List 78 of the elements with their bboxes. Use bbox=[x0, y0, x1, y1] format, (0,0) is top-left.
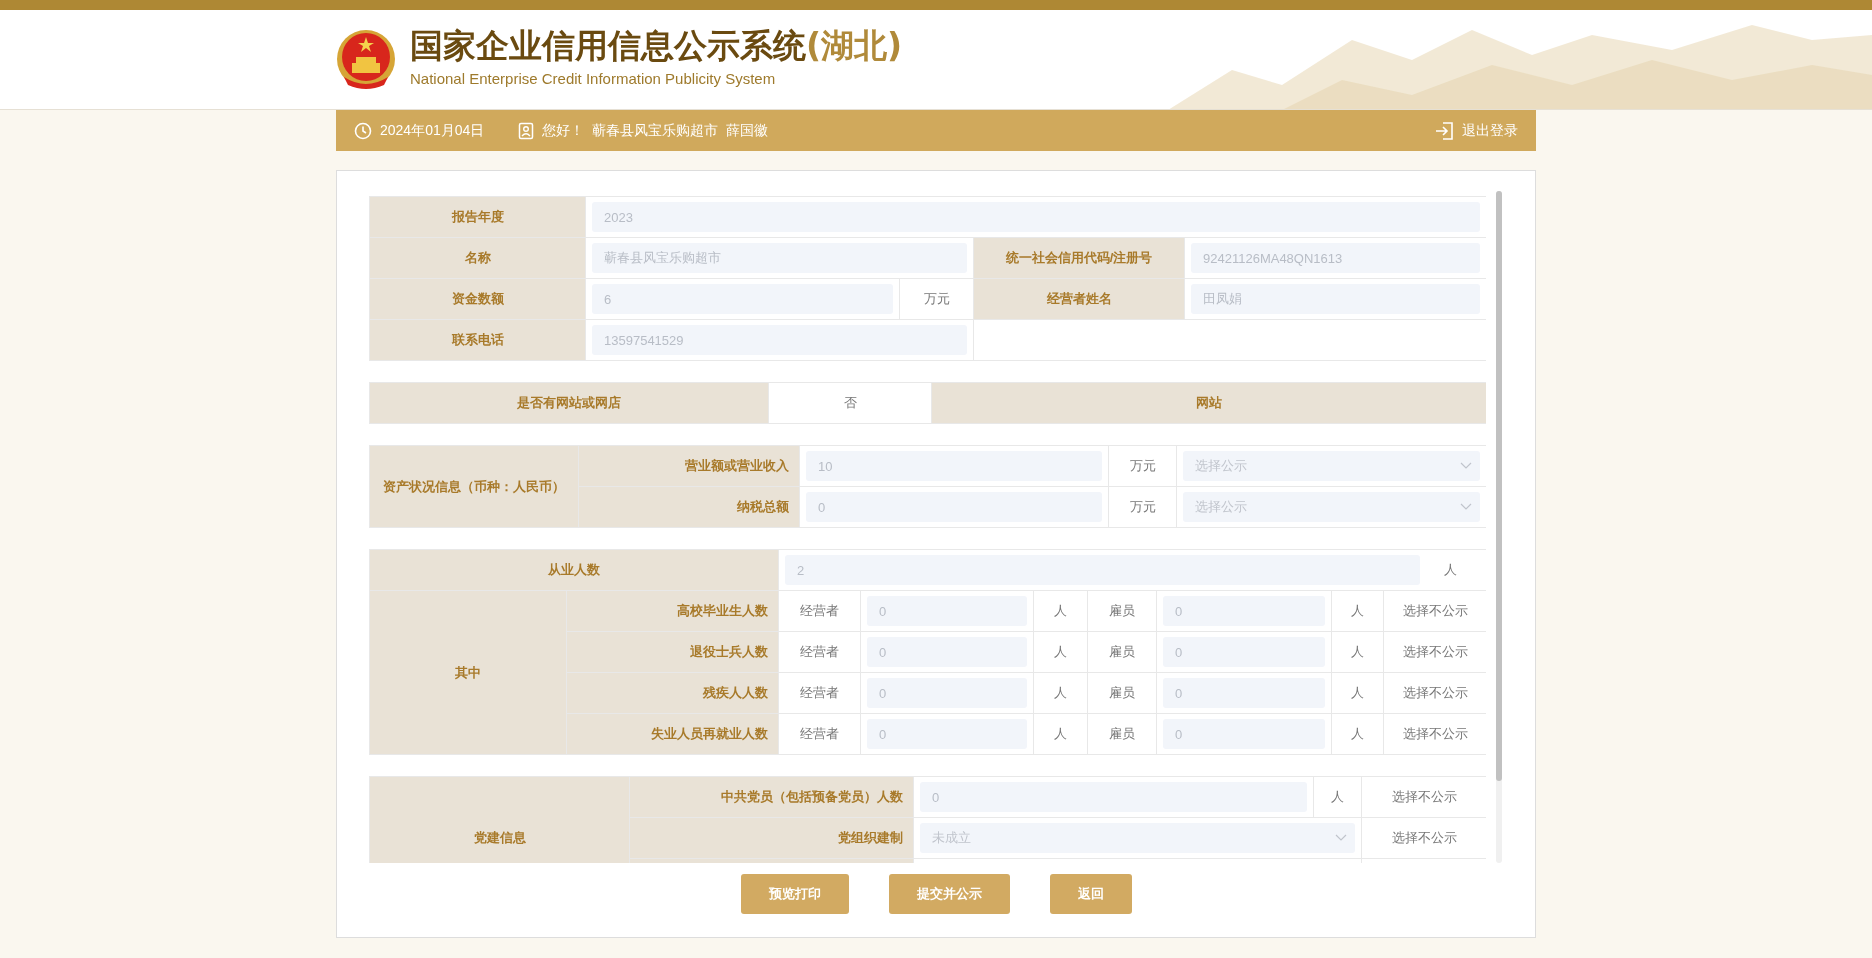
unit-label: 万元 bbox=[1108, 445, 1177, 487]
field-label: 联系电话 bbox=[369, 319, 586, 361]
input-field[interactable]: 2 bbox=[785, 555, 1420, 585]
field-label: 经营者 bbox=[778, 713, 861, 755]
company-name: 蕲春县风宝乐购超市 bbox=[592, 121, 719, 140]
input-field[interactable]: 田凤娟 bbox=[1191, 284, 1480, 314]
input-field[interactable]: 10 bbox=[806, 451, 1102, 481]
unit-label: 人 bbox=[1033, 713, 1088, 755]
input-field[interactable]: 0 bbox=[867, 678, 1027, 708]
unit-label: 人 bbox=[1033, 672, 1088, 714]
field-label: 经营者姓名 bbox=[973, 278, 1185, 320]
input-field[interactable]: 0 bbox=[1163, 637, 1325, 667]
field-label: 名称 bbox=[369, 237, 586, 279]
section-label: 党建信息 bbox=[369, 776, 630, 863]
clock-icon bbox=[354, 121, 372, 140]
input-field[interactable]: 0 bbox=[806, 492, 1102, 522]
input-field[interactable]: 0 bbox=[1163, 596, 1325, 626]
field-label: 资金数额 bbox=[369, 278, 586, 320]
action-button[interactable]: 返回 bbox=[1049, 874, 1132, 914]
field-label: 高校毕业生人数 bbox=[566, 590, 779, 632]
site-title: 国家企业信用信息公示系统 bbox=[410, 27, 806, 64]
section-label: 其中 bbox=[369, 590, 567, 755]
input-field[interactable]: 13597541529 bbox=[592, 325, 967, 355]
field-label: 网站 bbox=[931, 382, 1486, 424]
unit-label: 人 bbox=[1442, 561, 1458, 580]
privacy-option: 选择不公示 bbox=[1361, 776, 1486, 818]
chevron-down-icon bbox=[1335, 834, 1347, 842]
field-label: 雇员 bbox=[1087, 713, 1157, 755]
logout-link[interactable]: 退出登录 bbox=[1435, 120, 1518, 141]
user-name: 薛国徽 bbox=[726, 121, 769, 140]
date-text: 2024年01月04日 bbox=[380, 121, 485, 140]
field-label: 退役士兵人数 bbox=[566, 631, 779, 673]
section-label: 资产状况信息（币种：人民币） bbox=[369, 445, 579, 528]
input-field[interactable]: 0 bbox=[867, 719, 1027, 749]
unit-label: 人 bbox=[1331, 672, 1384, 714]
field-value: 否 bbox=[768, 382, 932, 424]
unit-label: 万元 bbox=[899, 278, 974, 320]
field-label: 失业人员再就业人数 bbox=[566, 713, 779, 755]
action-button[interactable]: 提交并公示 bbox=[888, 874, 1010, 914]
field-label: 雇员 bbox=[1087, 631, 1157, 673]
emblem-icon bbox=[336, 27, 396, 91]
input-field[interactable]: 92421126MA48QN1613 bbox=[1191, 243, 1480, 273]
field-label: 残疾人人数 bbox=[566, 672, 779, 714]
field-label: 雇员 bbox=[1087, 590, 1157, 632]
field-label: 统一社会信用代码/注册号 bbox=[973, 237, 1185, 279]
field-label: 是否有网站或网店 bbox=[369, 382, 769, 424]
field-label: 从业人数 bbox=[369, 549, 779, 591]
chevron-down-icon bbox=[1460, 462, 1472, 470]
field-label: 经营者 bbox=[778, 590, 861, 632]
unit-label: 万元 bbox=[1108, 486, 1177, 528]
field-label: 营业额或营业收入 bbox=[578, 445, 800, 487]
input-field[interactable]: 6 bbox=[592, 284, 893, 314]
input-field[interactable]: 0 bbox=[920, 782, 1307, 812]
logout-icon bbox=[1435, 120, 1454, 141]
unit-label: 人 bbox=[1331, 631, 1384, 673]
input-field[interactable]: 0 bbox=[867, 637, 1027, 667]
region-label: (湖北) bbox=[806, 27, 903, 64]
chevron-down-icon bbox=[1460, 503, 1472, 511]
field-label: 经营者 bbox=[778, 631, 861, 673]
field-label: 纳税总额 bbox=[578, 486, 800, 528]
field-label: 党组织建制 bbox=[629, 817, 914, 859]
input-field[interactable]: 0 bbox=[1163, 719, 1325, 749]
unit-label: 人 bbox=[1033, 590, 1088, 632]
unit-label: 人 bbox=[1331, 590, 1384, 632]
user-card-icon bbox=[518, 121, 535, 140]
input-field[interactable]: 2023 bbox=[592, 202, 1480, 232]
action-button[interactable]: 预览打印 bbox=[740, 874, 849, 914]
unit-label: 人 bbox=[1033, 631, 1088, 673]
input-field[interactable]: 0 bbox=[867, 596, 1027, 626]
input-field[interactable]: 0 bbox=[1163, 678, 1325, 708]
unit-label: 人 bbox=[1313, 776, 1362, 818]
field-label: 中共党员（包括预备党员）人数 bbox=[629, 776, 914, 818]
field-label: 报告年度 bbox=[369, 196, 586, 238]
unit-label: 人 bbox=[1331, 713, 1384, 755]
greeting-text: 您好！ bbox=[542, 121, 585, 140]
site-subtitle: National Enterprise Credit Information Publicity System bbox=[410, 68, 777, 89]
field-label: 经营者 bbox=[778, 672, 861, 714]
field-label: 雇员 bbox=[1087, 672, 1157, 714]
